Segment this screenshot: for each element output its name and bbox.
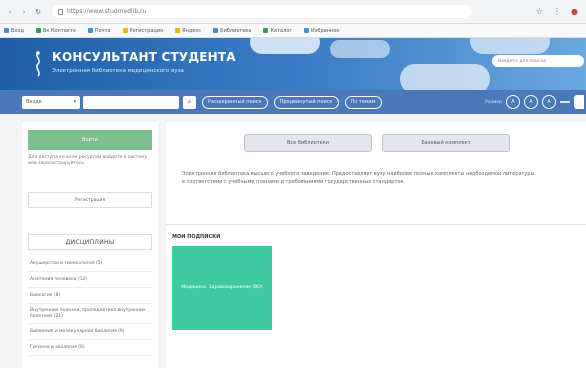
tab-basic-set[interactable]: Базовый комплект <box>382 134 510 152</box>
cloud-decoration <box>250 38 320 54</box>
site-header: КОНСУЛЬТАНТ СТУДЕНТА Электронная библиот… <box>0 38 586 90</box>
separator <box>560 101 570 103</box>
main-content: Все библиотеки Базовый комплект Электрон… <box>166 122 586 368</box>
search-scope-select[interactable]: Везде ▾ <box>22 95 80 109</box>
font-medium-button[interactable]: A <box>524 95 538 109</box>
url-text: https://www.studmedlib.ru <box>67 8 147 15</box>
bookmark-item[interactable]: Регистрация <box>122 28 163 34</box>
register-button[interactable]: Регистрация <box>28 192 152 208</box>
star-icon[interactable]: ☆ <box>536 7 543 16</box>
brand-title[interactable]: КОНСУЛЬТАНТ СТУДЕНТА <box>52 50 236 64</box>
extensions-icon[interactable]: ⋮ <box>553 7 561 16</box>
discipline-item[interactable]: Гигиена и экология (6) <box>28 340 152 356</box>
font-small-button[interactable]: A <box>506 95 520 109</box>
disciplines-title: ДИСЦИПЛИНЫ <box>28 234 152 250</box>
sidebar: Войти Для доступа ко всем ресурсам войди… <box>22 122 158 368</box>
divider <box>166 224 586 225</box>
bookmark-icon <box>35 28 41 33</box>
cloud-decoration <box>470 38 550 54</box>
bookmark-icon <box>303 28 309 33</box>
cloud-decoration <box>400 64 490 90</box>
header-search-input[interactable]: Введите для поиска <box>492 55 584 67</box>
forward-icon[interactable]: › <box>20 8 28 16</box>
font-large-button[interactable]: A <box>542 95 556 109</box>
browser-chrome: ‹ › ↻ https://www.studmedlib.ru ☆ ⋮ ● <box>0 0 586 24</box>
search-icon[interactable]: ⌕ <box>183 95 196 109</box>
lock-icon <box>58 8 63 15</box>
back-icon[interactable]: ‹ <box>6 8 14 16</box>
discipline-item[interactable]: Биология (8) <box>28 288 152 304</box>
user-icon[interactable] <box>574 95 584 109</box>
by-topic-button[interactable]: По темам <box>344 95 382 109</box>
login-button[interactable]: Войти <box>28 130 152 150</box>
bookmark-icon <box>263 28 269 33</box>
chevron-down-icon: ▾ <box>73 99 76 105</box>
bookmark-item[interactable]: Вход <box>4 28 24 34</box>
bookmark-item[interactable]: Вк Контакте <box>35 28 76 34</box>
search-toolbar: Везде ▾ ⌕ Расширенный поиск Продвинутый … <box>0 90 586 114</box>
bookmark-item[interactable]: Почта <box>87 28 111 34</box>
address-bar[interactable]: https://www.studmedlib.ru <box>52 5 472 18</box>
login-note: Для доступа ко всем ресурсам войдите в с… <box>28 155 148 166</box>
subscription-card[interactable]: Медицина. Здравоохранение (ВО) <box>172 246 272 330</box>
search-input[interactable] <box>83 95 179 109</box>
discipline-item[interactable]: Акушерство и гинекология (5) <box>28 256 152 272</box>
bookmark-icon <box>213 28 219 33</box>
bookmark-icon <box>122 28 128 33</box>
cloud-decoration <box>330 40 390 58</box>
tab-all-libraries[interactable]: Все библиотеки <box>244 134 372 152</box>
library-description: Электронная библиотека высшего учебного … <box>182 171 535 185</box>
bookmarks-bar: Вход Вк Контакте Почта Регистрация Яндек… <box>0 24 586 38</box>
advanced-search-button[interactable]: Расширенный поиск <box>202 95 268 109</box>
discipline-item[interactable]: Биохимия и молекулярная биология (9) <box>28 324 152 340</box>
search-scope-value: Везде <box>26 99 42 105</box>
disciplines-list: Акушерство и гинекология (5) Анатомия че… <box>28 256 152 356</box>
bookmark-icon <box>4 28 9 33</box>
brand-subtitle: Электронная библиотека медицинского вуза <box>52 68 184 74</box>
discipline-item[interactable]: Внутренние болезни, пропедевтика внутрен… <box>28 304 152 324</box>
bookmark-icon <box>175 28 181 33</box>
bookmark-item[interactable]: Библиотека <box>213 28 251 34</box>
bookmark-item[interactable]: Избранное <box>303 28 339 34</box>
font-size-label: Размер <box>485 99 502 105</box>
logo-icon[interactable] <box>32 50 44 78</box>
pro-search-button[interactable]: Продвинутый поиск <box>273 95 339 109</box>
bookmark-item[interactable]: Яндекс <box>175 28 201 34</box>
bookmark-item[interactable]: Каталог <box>263 28 292 34</box>
subscriptions-title: МОИ ПОДПИСКИ <box>172 234 221 240</box>
bookmark-icon <box>87 28 93 33</box>
reload-icon[interactable]: ↻ <box>34 8 42 16</box>
discipline-item[interactable]: Анатомия человека (12) <box>28 272 152 288</box>
profile-icon[interactable]: ● <box>571 7 578 16</box>
